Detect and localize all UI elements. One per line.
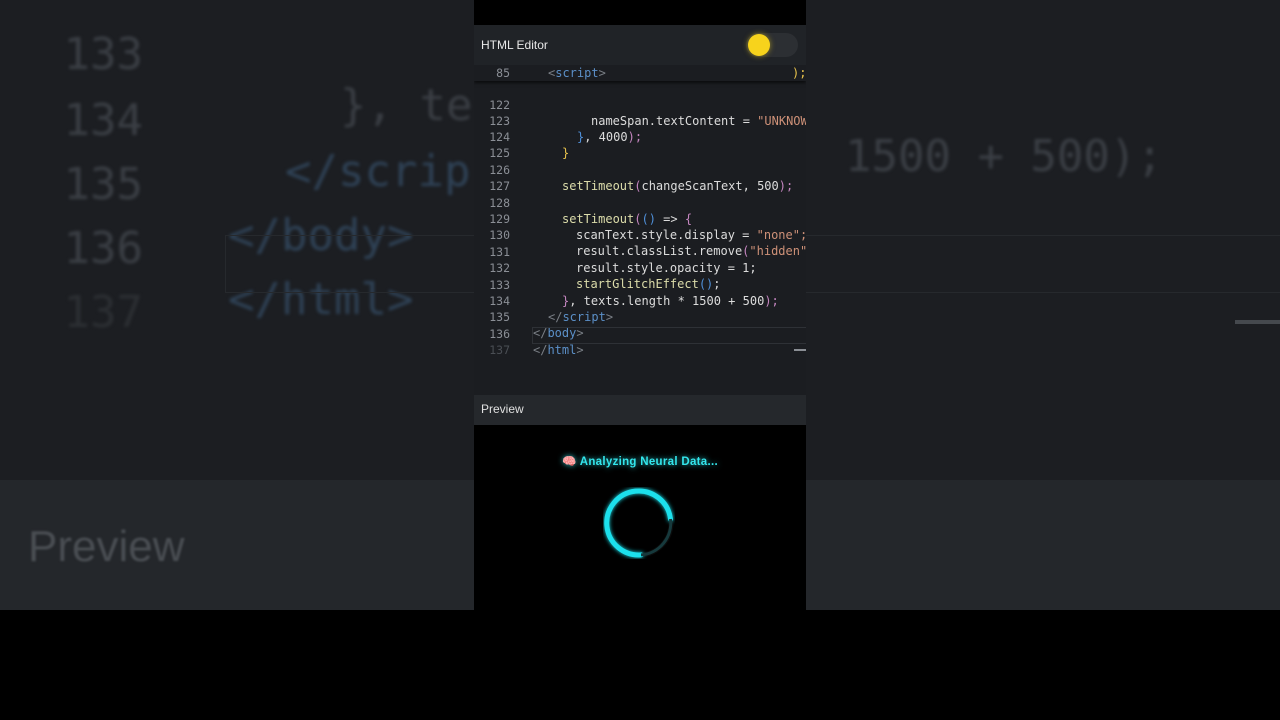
code-line: 136 </html>: [489, 327, 584, 357]
background-bottom: [0, 610, 1280, 720]
line-number: 85: [496, 66, 510, 80]
code-line: 129 scanText.style.display = "none";: [489, 212, 806, 242]
code-line: 133 }, texts.length * 1500 + 500);: [489, 278, 779, 308]
scan-status-text: 🧠 Analyzing Neural Data...: [562, 456, 718, 468]
brain-icon: 🧠: [562, 456, 577, 468]
background-code-line: 133 }, te 1500 + 500);: [63, 29, 1163, 182]
code-text: );: [792, 66, 806, 80]
code-editor[interactable]: 85 <script> ); 122 nameSpan.textContent …: [474, 65, 806, 395]
code-line: 124 }: [489, 130, 570, 160]
code-text: <script>: [548, 66, 606, 80]
background-code-line: 135 </body>: [63, 159, 414, 261]
code-line: 126 setTimeout(changeScanText, 500);: [489, 163, 794, 193]
sticky-scope-line: 85 <script> );: [474, 65, 806, 81]
editor-header: HTML Editor: [474, 25, 806, 65]
code-line: 134 </script>: [489, 294, 614, 324]
code-line: 135 </body>: [489, 310, 584, 340]
editor-title: HTML Editor: [481, 38, 548, 52]
code-line: 128 setTimeout(() => {: [489, 196, 693, 226]
loading-spinner-icon: [604, 488, 674, 558]
code-line: 130 result.classList.remove("hidden": [489, 228, 806, 258]
background-code-line: 136 </html>: [63, 223, 414, 325]
code-line: 132 startGlitchEffect();: [489, 261, 721, 291]
theme-toggle[interactable]: [746, 33, 798, 57]
code-line: 125: [489, 146, 510, 160]
code-line: 131 result.style.opacity = 1;: [489, 245, 757, 275]
code-line: 127: [489, 179, 510, 193]
preview-title: Preview: [481, 402, 524, 416]
code-line: 122 nameSpan.textContent = "UNKNOW: [489, 98, 806, 128]
background-code-line: 137: [63, 287, 143, 338]
background-scroll-indicator: [1235, 320, 1280, 324]
preview-header: Preview: [474, 395, 806, 425]
scroll-indicator[interactable]: [794, 349, 806, 351]
toggle-knob: [748, 34, 770, 56]
background-code-line: 134 </scrip: [63, 95, 471, 197]
app-panel: HTML Editor 85 <script> ); 122 nameSpan.…: [474, 0, 806, 610]
preview-pane: 🧠 Analyzing Neural Data...: [474, 425, 806, 610]
code-line: 123 }, 4000);: [489, 114, 643, 144]
current-line-highlight: [532, 327, 806, 344]
background-preview-label: Preview: [28, 522, 185, 571]
